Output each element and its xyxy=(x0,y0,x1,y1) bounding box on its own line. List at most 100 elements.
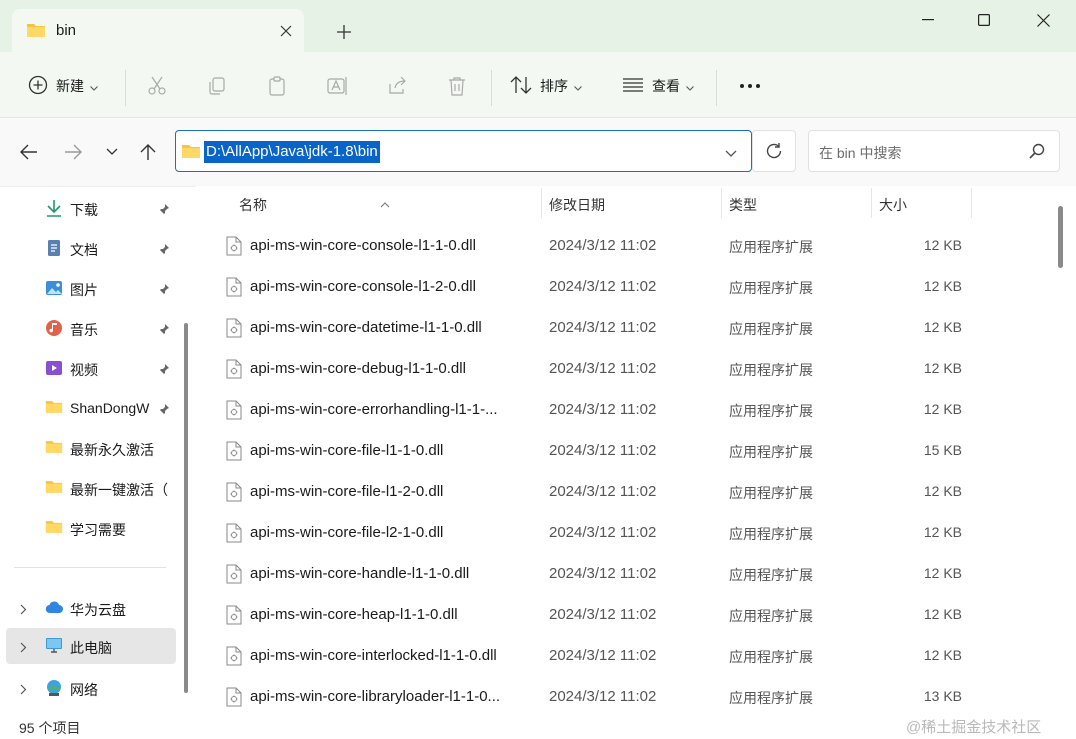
file-name[interactable]: api-ms-win-core-datetime-l1-1-0.dll xyxy=(250,319,534,336)
column-header-date[interactable]: 修改日期 xyxy=(549,195,605,215)
column-header-type[interactable]: 类型 xyxy=(729,195,757,215)
sort-icon xyxy=(510,75,532,98)
file-size: 12 KB xyxy=(923,319,962,335)
sidebar-item-pictures[interactable]: 图片 xyxy=(0,270,178,306)
file-row[interactable]: api-ms-win-core-libraryloader-l1-1-0... 2… xyxy=(220,675,976,716)
file-row[interactable]: api-ms-win-core-heap-l1-1-0.dll 2024/3/12… xyxy=(220,593,976,634)
close-window-icon[interactable] xyxy=(1025,6,1061,34)
copy-icon[interactable] xyxy=(207,72,227,100)
sidebar-item-folder[interactable]: 最新一键激活（ xyxy=(0,470,178,506)
file-name[interactable]: api-ms-win-core-heap-l1-1-0.dll xyxy=(250,606,534,623)
chevron-down-icon xyxy=(90,78,98,94)
column-divider[interactable] xyxy=(871,188,872,218)
address-bar[interactable]: D:\AllApp\Java\jdk-1.8\bin xyxy=(175,130,752,172)
file-date: 2024/3/12 11:02 xyxy=(549,237,657,254)
chevron-right-icon[interactable] xyxy=(20,682,27,698)
tab-title: bin xyxy=(56,22,77,39)
minimize-icon[interactable] xyxy=(910,6,946,34)
file-row[interactable]: api-ms-win-core-console-l1-2-0.dll 2024/3… xyxy=(220,265,976,306)
search-placeholder: 在 bin 中搜索 xyxy=(819,145,902,161)
file-name[interactable]: api-ms-win-core-file-l2-1-0.dll xyxy=(250,524,534,541)
folder-icon xyxy=(45,519,63,537)
column-header-name[interactable]: 名称 xyxy=(239,195,267,215)
paste-icon[interactable] xyxy=(267,72,287,100)
sidebar-scrollbar[interactable] xyxy=(184,323,188,693)
file-date: 2024/3/12 11:02 xyxy=(549,278,657,295)
column-divider[interactable] xyxy=(541,188,542,218)
view-button[interactable]: 查看 xyxy=(622,72,694,100)
sidebar-item-shandongw[interactable]: ShanDongW xyxy=(0,390,178,426)
view-icon xyxy=(622,77,644,96)
forward-arrow-icon[interactable] xyxy=(59,138,87,166)
search-icon[interactable] xyxy=(1029,143,1045,162)
more-options-icon[interactable] xyxy=(739,72,761,100)
file-row[interactable]: api-ms-win-core-debug-l1-1-0.dll 2024/3/1… xyxy=(220,347,976,388)
address-path[interactable]: D:\AllApp\Java\jdk-1.8\bin xyxy=(204,141,380,163)
file-row[interactable]: api-ms-win-core-errorhandling-l1-1-... 20… xyxy=(220,388,976,429)
column-divider[interactable] xyxy=(721,188,722,218)
cut-icon[interactable] xyxy=(147,72,167,100)
chevron-right-icon[interactable] xyxy=(20,602,27,618)
file-name[interactable]: api-ms-win-core-libraryloader-l1-1-0... xyxy=(250,688,534,705)
file-name[interactable]: api-ms-win-core-interlocked-l1-1-0.dll xyxy=(250,647,534,664)
file-size: 12 KB xyxy=(923,606,962,622)
close-tab-icon[interactable] xyxy=(276,21,296,41)
sidebar-item-this-pc[interactable]: 此电脑 xyxy=(6,628,176,664)
up-arrow-icon[interactable] xyxy=(134,138,162,166)
column-header-size[interactable]: 大小 xyxy=(879,195,907,215)
sidebar-item-cloud[interactable]: 华为云盘 xyxy=(0,590,178,626)
share-icon[interactable] xyxy=(387,72,407,100)
file-row[interactable]: api-ms-win-core-file-l2-1-0.dll 2024/3/12… xyxy=(220,511,976,552)
address-row: D:\AllApp\Java\jdk-1.8\bin 在 bin 中搜索 xyxy=(0,118,1076,186)
search-input[interactable]: 在 bin 中搜索 xyxy=(808,130,1060,172)
maximize-icon[interactable] xyxy=(966,6,1002,34)
tab-bin[interactable]: bin xyxy=(12,9,304,52)
sidebar-item-folder[interactable]: 学习需要 xyxy=(0,510,178,546)
file-row[interactable]: api-ms-win-core-interlocked-l1-1-0.dll 20… xyxy=(220,634,976,675)
file-row[interactable]: api-ms-win-core-console-l1-1-0.dll 2024/3… xyxy=(220,224,976,265)
new-tab-icon[interactable] xyxy=(332,20,356,44)
title-bar: bin xyxy=(0,0,1076,52)
back-arrow-icon[interactable] xyxy=(15,138,43,166)
file-name[interactable]: api-ms-win-core-debug-l1-1-0.dll xyxy=(250,360,534,377)
file-name[interactable]: api-ms-win-core-file-l1-1-0.dll xyxy=(250,442,534,459)
refresh-icon xyxy=(766,143,782,159)
sidebar-item-documents[interactable]: 文档 xyxy=(0,230,178,266)
file-name[interactable]: api-ms-win-core-console-l1-2-0.dll xyxy=(250,278,534,295)
file-row[interactable]: api-ms-win-core-handle-l1-1-0.dll 2024/3/… xyxy=(220,552,976,593)
sidebar-item-network[interactable]: 网络 xyxy=(0,670,178,706)
sidebar-item-label: 最新一键激活（ xyxy=(70,482,168,498)
divider xyxy=(491,70,492,106)
rename-icon[interactable] xyxy=(327,72,349,100)
file-type: 应用程序扩展 xyxy=(729,649,813,665)
sort-button[interactable]: 排序 xyxy=(510,72,582,100)
new-button[interactable]: 新建 xyxy=(28,72,98,100)
dll-file-icon xyxy=(226,236,242,259)
folder-icon xyxy=(26,22,46,41)
refresh-button[interactable] xyxy=(752,130,796,172)
dll-file-icon xyxy=(226,564,242,587)
chevron-right-icon[interactable] xyxy=(20,640,27,656)
recent-locations-icon[interactable] xyxy=(98,138,126,166)
sidebar-item-downloads[interactable]: 下载 xyxy=(0,190,178,226)
column-divider[interactable] xyxy=(971,188,972,218)
file-type: 应用程序扩展 xyxy=(729,485,813,501)
pin-icon xyxy=(158,202,170,218)
chevron-down-icon[interactable] xyxy=(725,145,737,161)
sidebar-item-music[interactable]: 音乐 xyxy=(0,310,178,346)
file-row[interactable]: api-ms-win-core-file-l1-2-0.dll 2024/3/12… xyxy=(220,470,976,511)
sidebar-item-videos[interactable]: 视频 xyxy=(0,350,178,386)
new-icon xyxy=(28,75,48,98)
file-name[interactable]: api-ms-win-core-errorhandling-l1-1-... xyxy=(250,401,534,418)
file-row[interactable]: api-ms-win-core-file-l1-1-0.dll 2024/3/12… xyxy=(220,429,976,470)
delete-icon[interactable] xyxy=(447,72,467,100)
file-name[interactable]: api-ms-win-core-handle-l1-1-0.dll xyxy=(250,565,534,582)
file-row[interactable]: api-ms-win-core-datetime-l1-1-0.dll 2024/… xyxy=(220,306,976,347)
file-list-scrollbar[interactable] xyxy=(1058,206,1063,268)
file-name[interactable]: api-ms-win-core-file-l1-2-0.dll xyxy=(250,483,534,500)
item-count: 95 个项目 xyxy=(19,720,81,736)
dll-file-icon xyxy=(226,482,242,505)
file-name[interactable]: api-ms-win-core-console-l1-1-0.dll xyxy=(250,237,534,254)
new-label: 新建 xyxy=(56,78,84,94)
sidebar-item-folder[interactable]: 最新永久激活 xyxy=(0,430,178,466)
